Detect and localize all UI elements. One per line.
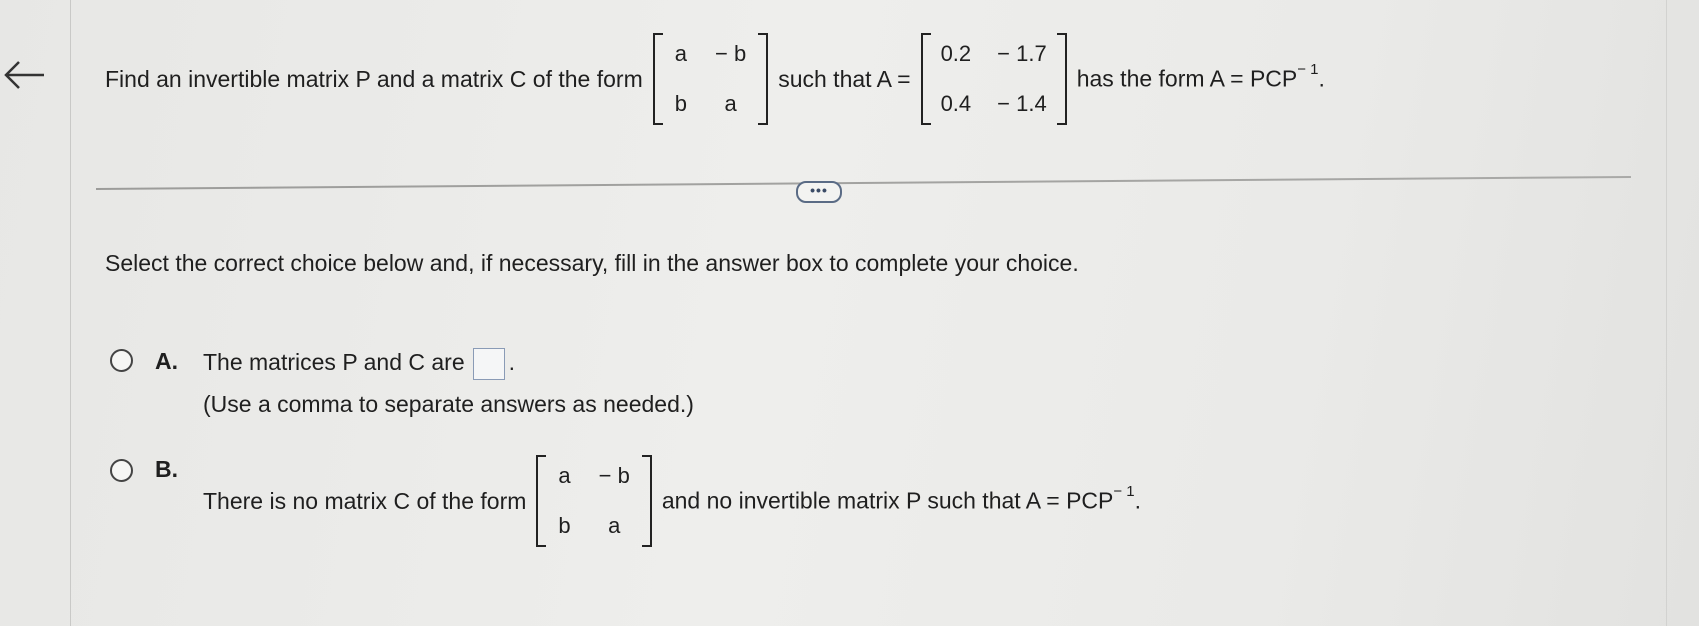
more-button[interactable]: ••• <box>796 181 842 203</box>
question-suffix: has the form A = PCP− 1. <box>1076 61 1325 92</box>
answer-input-box[interactable] <box>472 348 505 380</box>
matrix-cell: b <box>558 513 571 538</box>
choice-a-hint: (Use a comma to separate answers as need… <box>203 391 694 417</box>
choice-a-letter: A. <box>155 348 178 374</box>
matrix-cell: a <box>674 41 687 66</box>
matrix-right-bracket <box>1056 33 1067 125</box>
matrix-c-form: a − b b a <box>536 455 652 547</box>
matrix-cell: − b <box>715 41 747 66</box>
matrix-cell: a <box>558 463 571 488</box>
inverse-superscript: − 1 <box>1297 61 1319 79</box>
choice-b-radio[interactable] <box>110 459 133 482</box>
matrix-right-bracket <box>641 455 652 547</box>
matrix-left-bracket <box>536 455 547 547</box>
matrix-left-bracket <box>920 33 931 125</box>
matrix-a: 0.2 − 1.7 0.4 − 1.4 <box>920 33 1067 125</box>
question-prefix: Find an invertible matrix P and a matrix… <box>105 65 643 92</box>
question-text: Find an invertible matrix P and a matrix… <box>105 20 1325 138</box>
choice-b-text: There is no matrix C of the form a − b b… <box>203 448 1141 554</box>
matrix-right-bracket <box>758 33 769 125</box>
choice-a-radio[interactable] <box>110 349 133 372</box>
instruction-text: Select the correct choice below and, if … <box>105 250 1079 276</box>
inverse-superscript: − 1 <box>1113 483 1135 501</box>
matrix-cell: − b <box>598 463 630 488</box>
choice-b-letter: B. <box>155 456 178 482</box>
matrix-cell: − 1.7 <box>997 41 1047 66</box>
matrix-left-bracket <box>652 33 663 125</box>
question-middle: such that A = <box>778 65 911 92</box>
matrix-cell: a <box>724 91 737 116</box>
matrix-c-form: a − b b a <box>652 33 769 125</box>
matrix-cell: b <box>674 91 687 116</box>
matrix-cell: a <box>608 513 621 538</box>
matrix-cell: 0.2 <box>940 41 972 66</box>
back-arrow-icon[interactable] <box>2 52 48 98</box>
matrix-cell: − 1.4 <box>997 91 1047 116</box>
matrix-cell: 0.4 <box>940 91 972 116</box>
choice-a-text: The matrices P and C are. <box>203 348 515 380</box>
